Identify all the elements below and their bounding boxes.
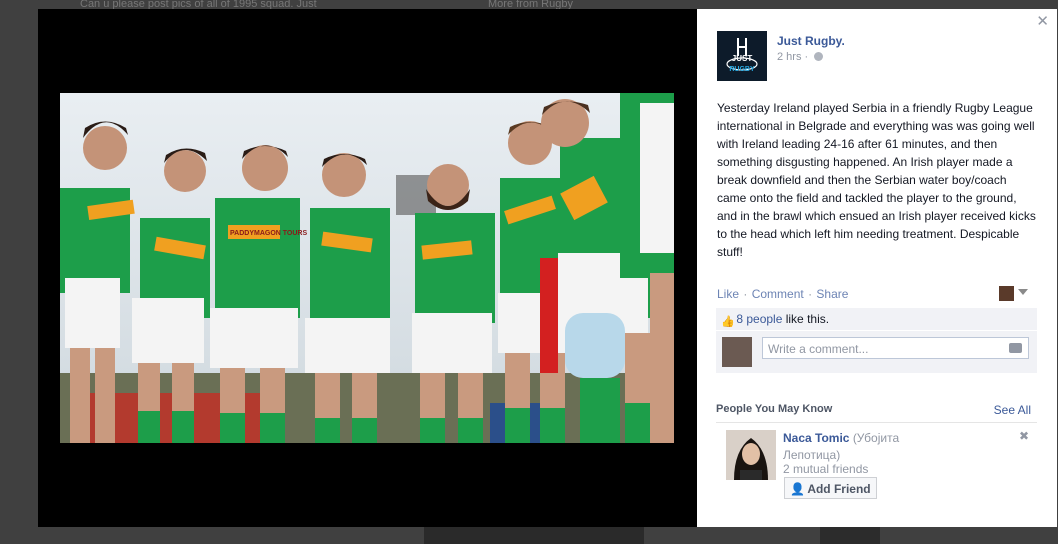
add-friend-icon: 👤 — [790, 482, 806, 496]
rugby-team-photo: PADDYMAGON TOURS — [60, 93, 674, 443]
post-text: Yesterday Ireland played Serbia in a fri… — [717, 101, 1036, 259]
background-thumbnail-2 — [820, 527, 880, 544]
close-icon[interactable]: ✕ — [1036, 12, 1049, 30]
comment-input[interactable]: Write a comment... — [762, 337, 1029, 359]
likes-summary: 👍 8 people like this. — [716, 308, 1037, 330]
sponsor-labels: PADDYMAGON TOURS — [230, 230, 307, 237]
background-comment-text: Can u please post pics of all of 1995 sq… — [80, 0, 317, 9]
post-side-panel: ✕ JUST RUGBY Just Rugby. 2 hrs · Yesterd… — [697, 9, 1057, 527]
page-logo[interactable]: JUST RUGBY — [717, 31, 767, 81]
background-thumbnail — [424, 527, 644, 544]
svg-text:JUST: JUST — [732, 54, 753, 63]
divider — [716, 422, 1037, 423]
add-friend-label: Add Friend — [807, 482, 871, 496]
likes-count-link[interactable]: 8 people — [736, 312, 782, 326]
person-photo-icon — [726, 430, 776, 480]
viewer-avatar[interactable] — [999, 286, 1014, 301]
post-actions: Like · Comment · Share — [717, 287, 848, 301]
just-rugby-logo-icon: JUST RUGBY — [717, 31, 767, 81]
comment-placeholder: Write a comment... — [768, 342, 869, 356]
comment-link[interactable]: Comment — [752, 287, 804, 301]
chevron-down-icon[interactable] — [1018, 289, 1028, 295]
comment-composer: Write a comment... — [716, 331, 1037, 373]
sponsor-label: PADDYMAGON TOURS — [230, 230, 307, 237]
camera-icon[interactable] — [1009, 343, 1022, 353]
share-link[interactable]: Share — [816, 287, 848, 301]
post-photo[interactable]: PADDYMAGON TOURS — [60, 93, 674, 443]
add-friend-button[interactable]: 👤 Add Friend — [784, 477, 877, 499]
pymk-title: People You May Know — [716, 403, 833, 415]
page-name-link[interactable]: Just Rugby. — [777, 34, 845, 48]
action-separator: · — [808, 287, 813, 301]
likes-suffix: like this. — [782, 312, 830, 326]
friend-suggestion-avatar[interactable] — [726, 430, 776, 480]
see-all-link[interactable]: See All — [994, 403, 1031, 417]
friend-name-link[interactable]: Naca Tomic — [783, 431, 849, 445]
post-timestamp[interactable]: 2 hrs · — [777, 51, 824, 63]
post-time-text[interactable]: 2 hrs — [777, 51, 801, 63]
like-link[interactable]: Like — [717, 287, 739, 301]
public-globe-icon — [814, 52, 824, 61]
photo-viewer-stage[interactable]: PADDYMAGON TOURS — [38, 9, 697, 527]
commenter-avatar — [722, 337, 752, 367]
background-more-text: More from Rugby — [488, 0, 573, 9]
friend-name-block: Naca Tomic (Убојита Лепотица) — [783, 430, 933, 464]
svg-text:RUGBY: RUGBY — [729, 66, 755, 73]
action-separator: · — [743, 287, 748, 301]
thumbs-up-icon: 👍 — [721, 316, 735, 328]
mutual-friends-text[interactable]: 2 mutual friends — [783, 462, 868, 476]
dismiss-icon[interactable]: ✖ — [1019, 429, 1029, 443]
